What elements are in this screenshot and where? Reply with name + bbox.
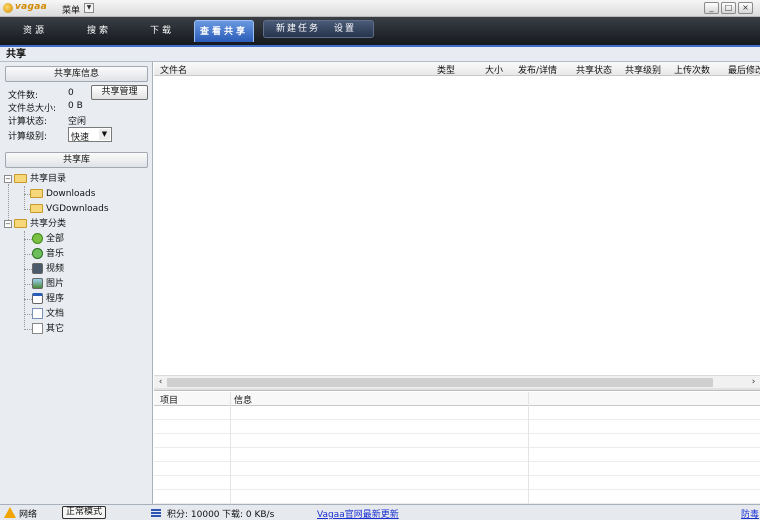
update-link[interactable]: Vagaa官网最新更新 [317, 507, 399, 520]
tab-download[interactable]: 下载 [137, 20, 187, 42]
info-table-header: 项目 信息 [154, 392, 760, 406]
tree-node-vgdownloads[interactable]: VGDownloads [30, 202, 109, 216]
download-speed: 下载: 0 KB/s [222, 510, 275, 520]
tree-node-program[interactable]: 程序 [32, 292, 64, 306]
col-filename[interactable]: 文件名 [160, 63, 187, 76]
document-icon [32, 308, 43, 319]
tree-node-other[interactable]: 其它 [32, 322, 64, 336]
logo-text: vagaa [15, 2, 48, 12]
tree-node-downloads[interactable]: Downloads [30, 187, 95, 201]
tab-search[interactable]: 搜索 [74, 20, 124, 42]
file-table-header: 文件名 类型 大小 发布/详情 共享状态 共享级别 上传次数 最后修改 [154, 62, 760, 76]
tree-node-video[interactable]: 视频 [32, 262, 64, 276]
calc-status-value: 空闲 [68, 117, 87, 127]
network-status[interactable]: 网络 [19, 507, 37, 520]
music-icon [32, 248, 43, 259]
tree-label: 其它 [46, 324, 65, 334]
video-icon [32, 263, 43, 274]
menu-dropdown-icon[interactable]: ▼ [84, 3, 94, 13]
library-info-header[interactable]: 共享库信息 [5, 66, 148, 82]
vagaa-logo-icon [3, 3, 13, 13]
tree-node-share-dirs[interactable]: 共享目录 [14, 172, 66, 186]
col-share-status[interactable]: 共享状态 [576, 63, 612, 76]
col-publish[interactable]: 发布/详情 [518, 63, 557, 76]
vagaa-logo: vagaa [3, 2, 59, 14]
tree-label: 图片 [46, 279, 65, 289]
collapse-categories-icon[interactable]: − [4, 220, 12, 228]
collapse-dirs-icon[interactable]: − [4, 175, 12, 183]
antivirus-link[interactable]: 防毒 [741, 507, 759, 520]
tree-label: VGDownloads [46, 204, 109, 214]
calc-level-select[interactable]: 快速 ▼ [68, 127, 112, 143]
tree-node-document[interactable]: 文档 [32, 307, 64, 321]
file-count-value: 0 [68, 88, 74, 98]
folder-icon [30, 189, 43, 198]
tab-settings[interactable]: 设置 [334, 21, 356, 37]
tree-label: Downloads [46, 189, 96, 199]
image-icon [32, 278, 43, 289]
info-table: 项目 信息 [154, 392, 760, 504]
tab-new-task[interactable]: 新建任务 [276, 21, 320, 37]
share-manage-button[interactable]: 共享管理 [91, 85, 148, 100]
info-table-rows [154, 406, 760, 504]
all-icon [32, 233, 43, 244]
main-nav: 资源 搜索 下载 查看共享 新建任务 设置 [0, 17, 760, 45]
calc-status-label: 计算状态: [8, 117, 48, 127]
calc-level-label: 计算级别: [8, 132, 48, 142]
col-share-level[interactable]: 共享级别 [625, 63, 661, 76]
folder-icon [14, 219, 27, 228]
folder-icon [30, 204, 43, 213]
mode-button[interactable]: 正常模式 [62, 506, 106, 519]
points-text: 积分: 10000 [167, 510, 220, 520]
tree-label: 共享分类 [30, 219, 67, 229]
scroll-thumb[interactable] [167, 378, 713, 387]
close-button[interactable]: × [738, 2, 753, 14]
menu-label[interactable]: 菜单 [62, 3, 80, 16]
tree-node-all[interactable]: 全部 [32, 232, 64, 246]
main-panel: 文件名 类型 大小 发布/详情 共享状态 共享级别 上传次数 最后修改 ‹ › … [154, 62, 760, 504]
col-info[interactable]: 信息 [234, 393, 252, 406]
col-upload-count[interactable]: 上传次数 [674, 63, 710, 76]
tree-label: 程序 [46, 294, 65, 304]
tree-label: 音乐 [46, 249, 65, 259]
minimize-button[interactable]: _ [704, 2, 719, 14]
tree-node-share-categories[interactable]: 共享分类 [14, 217, 66, 231]
maximize-button[interactable]: □ [721, 2, 736, 14]
col-type[interactable]: 类型 [437, 63, 455, 76]
total-size-label: 文件总大小: [8, 104, 57, 114]
splitter[interactable] [154, 388, 760, 391]
status-bar: 网络 正常模式 积分: 10000 下载: 0 KB/s Vagaa官网最新更新… [0, 504, 760, 520]
program-icon [32, 293, 43, 304]
secondary-tab-group: 新建任务 设置 [263, 20, 374, 38]
folder-icon [14, 174, 27, 183]
tab-view-share[interactable]: 查看共享 [194, 20, 254, 42]
other-icon [32, 323, 43, 334]
stats-icon [151, 509, 161, 517]
tree-label: 全部 [46, 234, 65, 244]
total-size-value: 0 B [68, 101, 83, 111]
library-header[interactable]: 共享库 [5, 152, 148, 168]
file-count-label: 文件数: [8, 91, 39, 101]
col-size[interactable]: 大小 [485, 63, 503, 76]
tree-label: 共享目录 [30, 174, 67, 184]
tree-label: 视频 [46, 264, 65, 274]
tree-node-image[interactable]: 图片 [32, 277, 64, 291]
calc-level-value: 快速 [71, 133, 90, 143]
col-item[interactable]: 项目 [160, 393, 178, 406]
left-panel: 共享库信息 文件数: 0 共享管理 文件总大小: 0 B 计算状态: 空闲 计算… [0, 62, 153, 504]
chevron-down-icon: ▼ [99, 129, 110, 140]
title-bar: vagaa 菜单 ▼ _ □ × [0, 0, 760, 17]
tree-node-music[interactable]: 音乐 [32, 247, 64, 261]
horizontal-scrollbar[interactable]: ‹ › [154, 375, 760, 388]
tab-resources[interactable]: 资源 [10, 20, 60, 42]
col-last-modified[interactable]: 最后修改 [728, 63, 760, 76]
page-title: 共享 [0, 47, 760, 62]
warning-icon [4, 507, 16, 518]
tree-label: 文档 [46, 309, 65, 319]
